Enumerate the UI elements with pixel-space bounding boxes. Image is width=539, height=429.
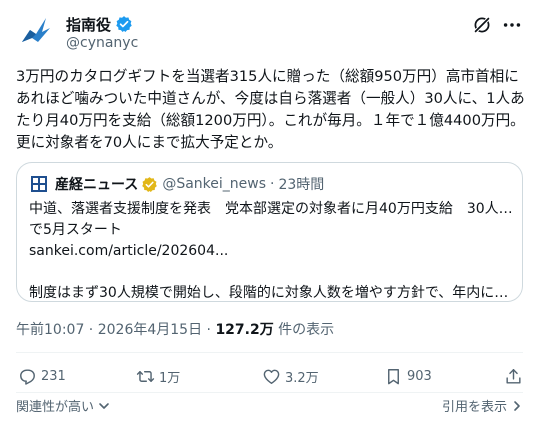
tweet-meta: 午前10:07 · 2026年4月15日 · 127.2万 件の表示 (16, 319, 334, 339)
quote-gap (29, 262, 513, 283)
repost-button[interactable]: 1万 (136, 364, 180, 388)
meta-separator: · (84, 322, 98, 338)
like-button[interactable]: 3.2万 (262, 364, 319, 388)
reply-footer: 関連性が高い 引用を表示 (16, 396, 523, 416)
author-name-row[interactable]: 指南役 (66, 14, 133, 34)
more-button[interactable] (501, 14, 523, 36)
quotes-label: 引用を表示 (441, 400, 507, 415)
quote-line-1: 中道、落選者支援制度を発表 党本部選定の対象者に月40万円支給 30人規模 (29, 201, 513, 217)
verified-org-badge-icon (142, 176, 158, 192)
like-count: 3.2万 (285, 370, 319, 386)
action-bar: 231 1万 3.2万 903 (16, 364, 523, 388)
reply-button[interactable]: 231 (18, 364, 66, 388)
divider-bottom (16, 392, 523, 393)
verified-badge-icon (116, 16, 132, 32)
quote-author-name: 産経ニュース (55, 177, 139, 193)
grok-icon (473, 16, 491, 34)
quote-separator: · (270, 176, 275, 192)
quote-tweet-card[interactable]: 産経ニュース @Sankei_news · 23時間 中道、落選者支援制度を発表… (16, 162, 523, 302)
chevron-right-icon (514, 400, 520, 411)
bookmark-icon (388, 368, 399, 384)
meta-separator: · (202, 322, 216, 338)
reply-icon (20, 368, 35, 385)
tweet-time[interactable]: 午前10:07 (16, 322, 84, 338)
heart-icon (263, 369, 280, 384)
bird-logo-icon (16, 12, 56, 52)
quote-header: 産経ニュース @Sankei_news · 23時間 (29, 174, 324, 194)
grok-button[interactable] (471, 14, 493, 36)
view-label: 件の表示 (273, 322, 335, 338)
quote-link[interactable]: sankei.com/article/202604... (29, 241, 513, 262)
more-icon (503, 23, 521, 27)
view-quotes-link[interactable]: 引用を表示 (442, 396, 523, 415)
quote-line-4: 制度はまず30人規模で開始し、段階的に対象人数を増やす方針で、年内に約70... (29, 285, 513, 301)
quote-time: 23時間 (278, 177, 325, 193)
quote-author-handle: @Sankei_news (162, 176, 266, 192)
repost-count: 1万 (159, 370, 181, 386)
sort-label: 関連性が高い (16, 400, 95, 415)
bookmark-button[interactable]: 903 (384, 364, 432, 388)
divider-top (16, 352, 523, 353)
author-handle[interactable]: @cynanyc (66, 35, 138, 51)
sankei-logo-icon (29, 174, 49, 194)
tweet-date[interactable]: 2026年4月15日 (98, 322, 202, 338)
avatar[interactable] (16, 12, 56, 52)
quote-body: 中道、落選者支援制度を発表 党本部選定の対象者に月40万円支給 30人規模 で5… (29, 199, 513, 304)
chevron-down-icon (99, 402, 109, 409)
bookmark-count: 903 (407, 368, 432, 384)
share-icon (506, 368, 521, 384)
reply-count: 231 (41, 368, 66, 384)
quote-line-2: で5月スタート (29, 222, 122, 238)
repost-icon (136, 370, 155, 382)
sort-replies-button[interactable]: 関連性が高い (16, 396, 110, 415)
author-display-name[interactable]: 指南役 (66, 14, 111, 35)
view-count: 127.2万 (215, 322, 274, 338)
tweet-header: 指南役 @cynanyc (16, 12, 523, 56)
tweet-text: 3万円のカタログギフトを当選者315人に贈った（総額950万円）高市首相にあれほ… (16, 68, 525, 151)
share-button[interactable] (504, 364, 527, 388)
